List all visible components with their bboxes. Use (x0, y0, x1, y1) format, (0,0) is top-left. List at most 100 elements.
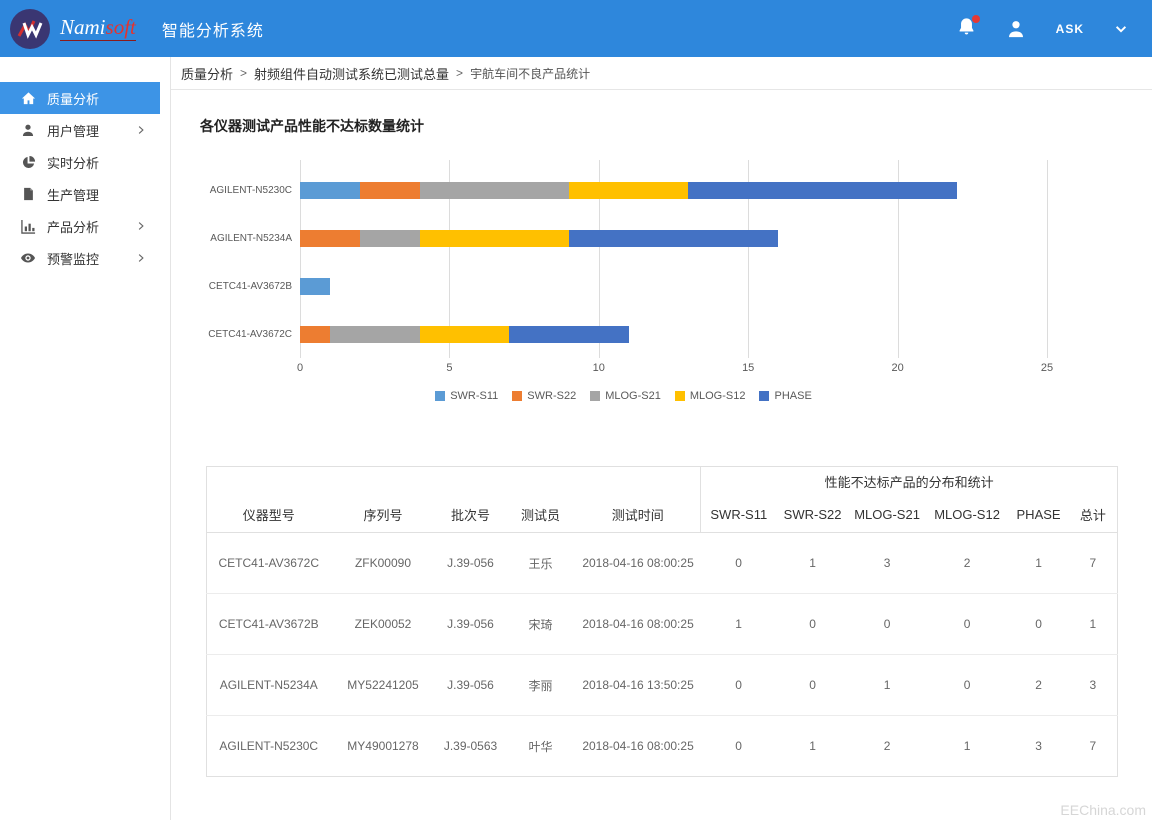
chart-row: CETC41-AV3672B (200, 262, 1047, 310)
bar-segment-SWR-S22 (360, 182, 420, 199)
table-cell: AGILENT-N5234A (207, 655, 331, 716)
chevron-down-icon (1114, 22, 1128, 36)
user-icon (1006, 19, 1026, 39)
table-group-header: 性能不达标产品的分布和统计 (701, 467, 1118, 497)
stacked-bar-chart: AGILENT-N5230CAGILENT-N5234ACETC41-AV367… (200, 166, 1047, 402)
chart-row: AGILENT-N5230C (200, 166, 1047, 214)
column-header: SWR-S11 (701, 497, 777, 533)
table-cell: 李丽 (506, 655, 576, 716)
table-cell: 叶华 (506, 716, 576, 777)
table-cell: 0 (777, 594, 849, 655)
table-cell: 0 (701, 655, 777, 716)
brand-name: Namisoft (60, 16, 136, 40)
table-cell: J.39-056 (436, 594, 506, 655)
table-cell: 1 (777, 716, 849, 777)
table-cell: 1 (1009, 533, 1069, 594)
column-header: 总计 (1069, 497, 1118, 533)
table-cell: MY52241205 (331, 655, 436, 716)
sidebar-item-realtime-analysis[interactable]: 实时分析 (0, 146, 160, 178)
legend-label: MLOG-S12 (690, 390, 746, 402)
brand-name-white: Nami (60, 15, 106, 39)
table-cell: 0 (926, 655, 1009, 716)
content-area: 质量分析 > 射频组件自动测试系统已测试总量 > 宇航车间不良产品统计 各仪器测… (171, 57, 1152, 820)
user-icon (20, 123, 36, 137)
legend-label: SWR-S22 (527, 390, 576, 402)
column-header: 测试员 (506, 497, 576, 533)
bar-segment-MLOG-S12 (569, 182, 689, 199)
column-header: MLOG-S21 (849, 497, 926, 533)
legend-item: MLOG-S21 (590, 390, 661, 402)
table-cell: 2018-04-16 08:00:25 (576, 594, 701, 655)
bar-track (300, 326, 1047, 343)
column-header: 仪器型号 (207, 497, 331, 533)
legend-swatch (512, 391, 522, 401)
x-tick-label: 15 (742, 362, 754, 374)
chart-title: 各仪器测试产品性能不达标数量统计 (200, 116, 1152, 136)
legend-swatch (675, 391, 685, 401)
chevron-right-icon (136, 253, 146, 263)
table-cell: 7 (1069, 716, 1118, 777)
category-label: AGILENT-N5230C (200, 185, 300, 196)
table-cell: 3 (1069, 655, 1118, 716)
table-cell: 0 (926, 594, 1009, 655)
table-row: AGILENT-N5230CMY49001278J.39-0563叶华2018-… (207, 716, 1118, 777)
sidebar: 质量分析 用户管理 实时分析 生产管理 产 (0, 57, 171, 820)
table-cell: 1 (701, 594, 777, 655)
sidebar-item-quality-analysis[interactable]: 质量分析 (0, 82, 160, 114)
table-cell: 1 (849, 655, 926, 716)
column-header: MLOG-S12 (926, 497, 1009, 533)
table-cell: CETC41-AV3672C (207, 533, 331, 594)
table-row: CETC41-AV3672BZEK00052J.39-056宋琦2018-04-… (207, 594, 1118, 655)
notification-bell-button[interactable] (957, 17, 976, 41)
gridline (1047, 160, 1048, 358)
bar-segment-PHASE (569, 230, 778, 247)
sidebar-item-label: 产品分析 (47, 217, 99, 236)
sidebar-item-label: 预警监控 (47, 249, 99, 268)
bar-segment-PHASE (688, 182, 957, 199)
table-cell: CETC41-AV3672B (207, 594, 331, 655)
column-header: 批次号 (436, 497, 506, 533)
table-cell: 0 (701, 716, 777, 777)
sidebar-item-label: 质量分析 (47, 89, 99, 108)
breadcrumb-item[interactable]: 质量分析 (181, 64, 233, 83)
breadcrumb-separator: > (456, 66, 463, 80)
table-header-spacer (207, 467, 701, 497)
user-avatar-button[interactable] (1006, 19, 1026, 39)
sidebar-item-product-analysis[interactable]: 产品分析 (0, 210, 160, 242)
table-cell: 2 (849, 716, 926, 777)
bar-segment-SWR-S11 (300, 182, 360, 199)
table-cell: 王乐 (506, 533, 576, 594)
bar-segment-SWR-S22 (300, 230, 360, 247)
table-cell: ZFK00090 (331, 533, 436, 594)
table-cell: 3 (849, 533, 926, 594)
table-cell: 2018-04-16 13:50:25 (576, 655, 701, 716)
sidebar-item-warning-monitor[interactable]: 预警监控 (0, 242, 160, 274)
username-label[interactable]: ASK (1056, 22, 1084, 36)
user-menu-dropdown[interactable] (1114, 22, 1128, 36)
table-cell: 2 (926, 533, 1009, 594)
table-cell: 宋琦 (506, 594, 576, 655)
brand-logo[interactable]: Namisoft 智能分析系统 (10, 9, 264, 49)
table-cell: 0 (849, 594, 926, 655)
bar-segment-MLOG-S21 (360, 230, 420, 247)
x-tick-label: 20 (891, 362, 903, 374)
notification-badge (972, 15, 980, 23)
breadcrumb-item[interactable]: 射频组件自动测试系统已测试总量 (254, 64, 449, 83)
table-cell: 1 (926, 716, 1009, 777)
table-cell: 0 (1009, 594, 1069, 655)
table-cell: 1 (777, 533, 849, 594)
x-tick-label: 0 (297, 362, 303, 374)
breadcrumb: 质量分析 > 射频组件自动测试系统已测试总量 > 宇航车间不良产品统计 (171, 57, 1152, 90)
breadcrumb-current: 宇航车间不良产品统计 (470, 65, 590, 82)
sidebar-item-label: 用户管理 (47, 121, 99, 140)
sidebar-item-user-management[interactable]: 用户管理 (0, 114, 160, 146)
category-label: CETC41-AV3672B (200, 281, 300, 292)
table-cell: 3 (1009, 716, 1069, 777)
category-label: CETC41-AV3672C (200, 329, 300, 340)
table-cell: 2018-04-16 08:00:25 (576, 533, 701, 594)
sidebar-item-production-management[interactable]: 生产管理 (0, 178, 160, 210)
x-tick-label: 10 (593, 362, 605, 374)
bar-segment-SWR-S11 (300, 278, 330, 295)
legend-item: SWR-S11 (435, 390, 498, 402)
legend-swatch (590, 391, 600, 401)
